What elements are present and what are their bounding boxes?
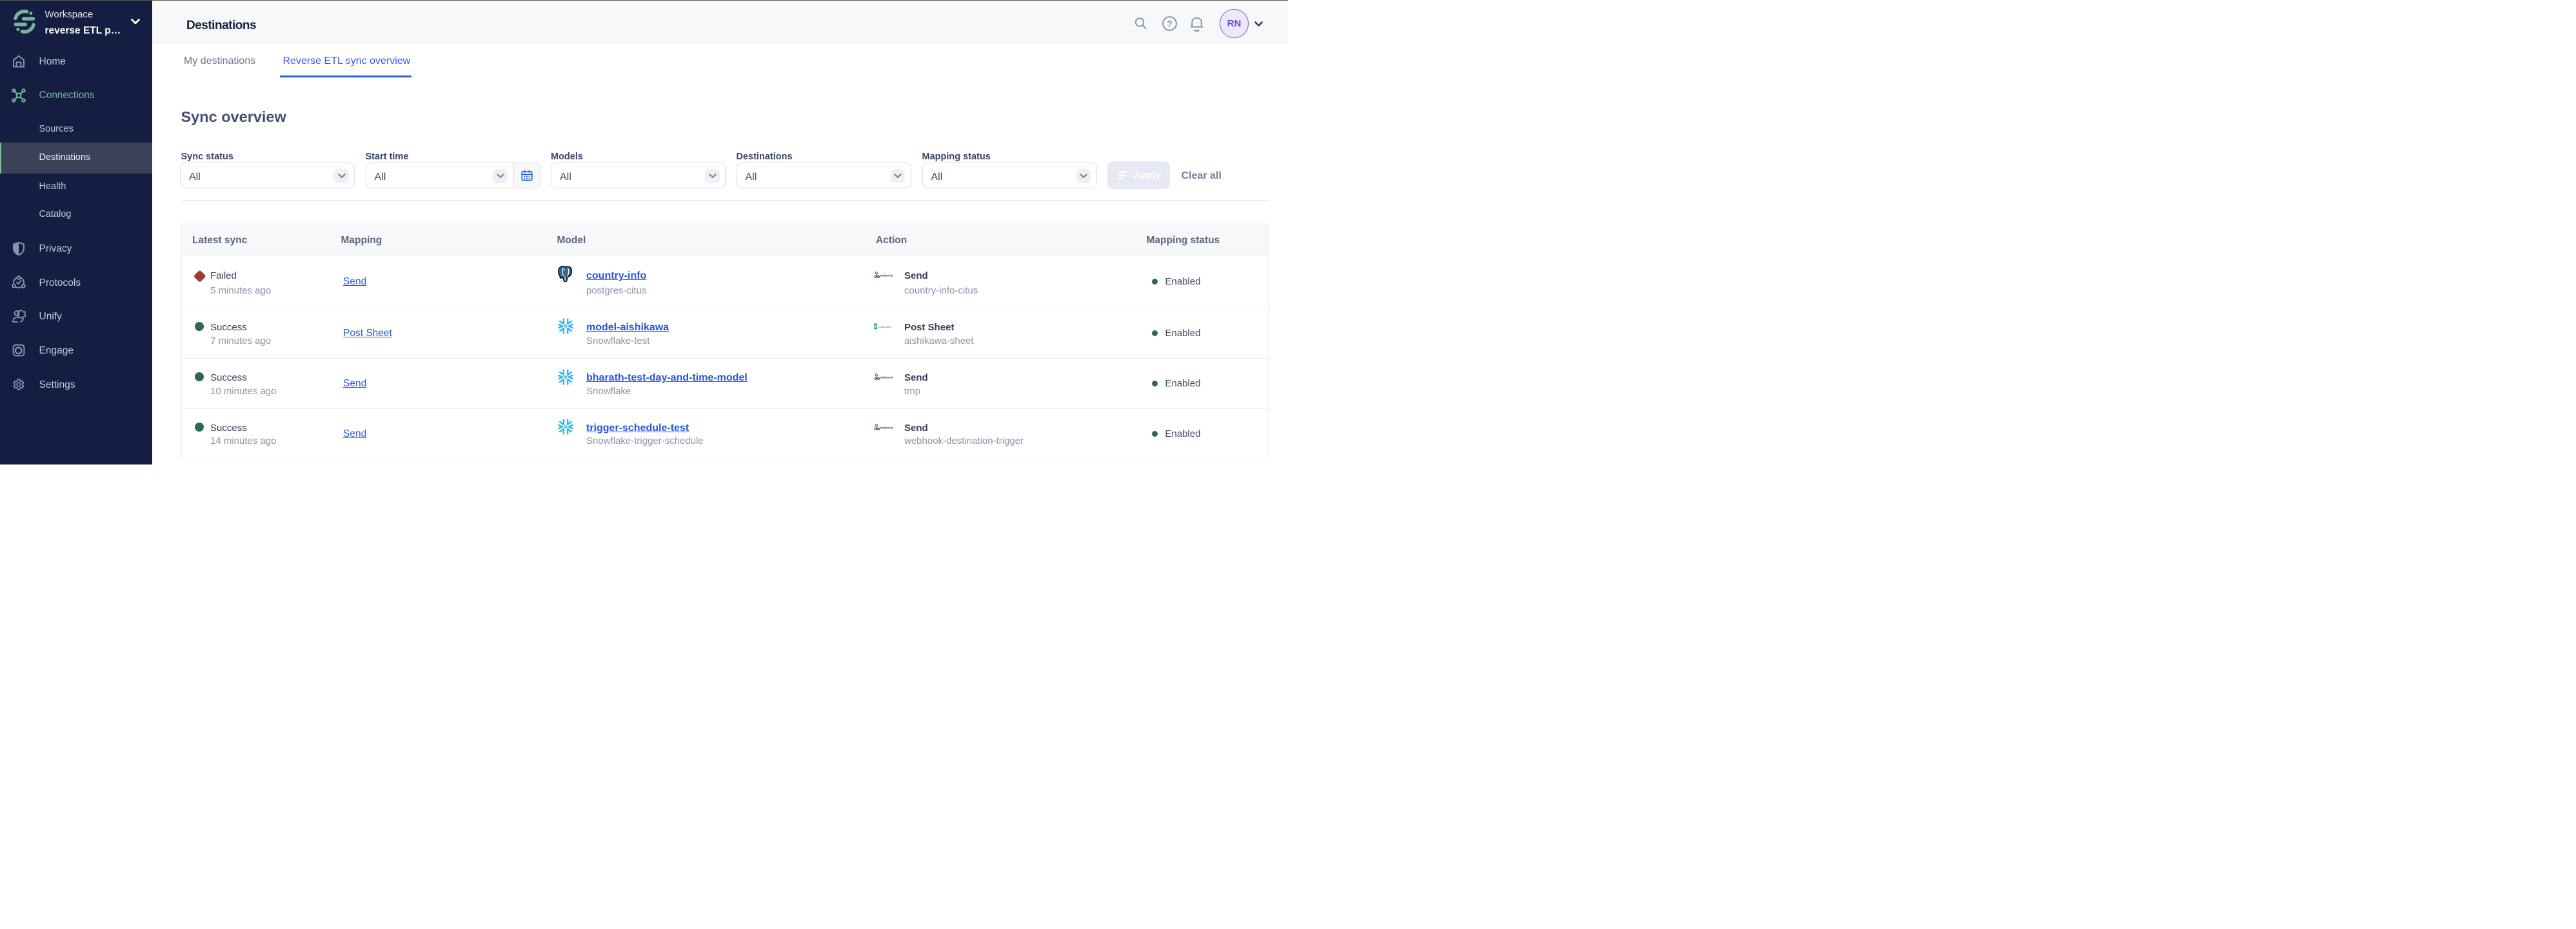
svg-text:webhooks: webhooks: [879, 426, 893, 430]
svg-text:Google Sheets: Google Sheets: [878, 326, 891, 328]
svg-text:webhooks: webhooks: [879, 376, 893, 379]
svg-text:webhooks: webhooks: [879, 274, 893, 277]
svg-text:?: ?: [1167, 19, 1172, 28]
